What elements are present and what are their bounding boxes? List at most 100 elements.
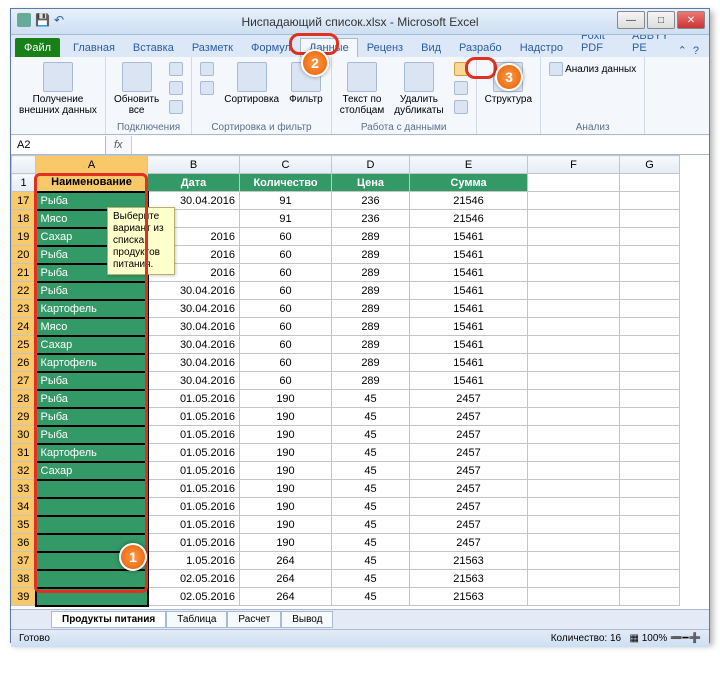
cell-c31[interactable]: 190 xyxy=(240,444,332,462)
cell-c34[interactable]: 190 xyxy=(240,498,332,516)
cell-d35[interactable]: 45 xyxy=(332,516,410,534)
tab-insert[interactable]: Вставка xyxy=(124,38,183,57)
cell-c30[interactable]: 190 xyxy=(240,426,332,444)
col-e[interactable]: E xyxy=(410,156,528,174)
cell-c24[interactable]: 60 xyxy=(240,318,332,336)
tab-dev[interactable]: Разрабо xyxy=(450,38,511,57)
row-33[interactable]: 33 xyxy=(12,480,36,498)
tab-home[interactable]: Главная xyxy=(64,38,124,57)
row-28[interactable]: 28 xyxy=(12,390,36,408)
cell-b31[interactable]: 01.05.2016 xyxy=(148,444,240,462)
cell-c26[interactable]: 60 xyxy=(240,354,332,372)
sheet-products[interactable]: Продукты питания xyxy=(51,611,166,628)
cell-d38[interactable]: 45 xyxy=(332,570,410,588)
cell-d22[interactable]: 289 xyxy=(332,282,410,300)
cell-e34[interactable]: 2457 xyxy=(410,498,528,516)
row-19[interactable]: 19 xyxy=(12,228,36,246)
fx-icon[interactable]: fx xyxy=(106,139,131,151)
cell-d37[interactable]: 45 xyxy=(332,552,410,570)
cell-d17[interactable]: 236 xyxy=(332,192,410,210)
cell-d27[interactable]: 289 xyxy=(332,372,410,390)
cell-c18[interactable]: 91 xyxy=(240,210,332,228)
cell-e24[interactable]: 15461 xyxy=(410,318,528,336)
cell-d25[interactable]: 289 xyxy=(332,336,410,354)
row-21[interactable]: 21 xyxy=(12,264,36,282)
cell-a38[interactable] xyxy=(36,570,148,588)
cell-e17[interactable]: 21546 xyxy=(410,192,528,210)
cell-e20[interactable]: 15461 xyxy=(410,246,528,264)
cell-e32[interactable]: 2457 xyxy=(410,462,528,480)
edit-links-button[interactable] xyxy=(167,98,185,116)
text-to-columns-button[interactable]: Текст по столбцам xyxy=(338,60,387,118)
what-if-button[interactable] xyxy=(452,98,470,116)
select-all-button[interactable] xyxy=(12,156,36,174)
col-d[interactable]: D xyxy=(332,156,410,174)
cell-a34[interactable] xyxy=(36,498,148,516)
row-23[interactable]: 23 xyxy=(12,300,36,318)
cell-c21[interactable]: 60 xyxy=(240,264,332,282)
cell-d36[interactable]: 45 xyxy=(332,534,410,552)
cell-a35[interactable] xyxy=(36,516,148,534)
cell-c35[interactable]: 190 xyxy=(240,516,332,534)
row-17[interactable]: 17 xyxy=(12,192,36,210)
maximize-button[interactable]: □ xyxy=(647,11,675,29)
cell-e35[interactable]: 2457 xyxy=(410,516,528,534)
cell-c29[interactable]: 190 xyxy=(240,408,332,426)
sort-za-icon[interactable] xyxy=(198,79,216,97)
cell-e31[interactable]: 2457 xyxy=(410,444,528,462)
cell-d19[interactable]: 289 xyxy=(332,228,410,246)
cell-d32[interactable]: 45 xyxy=(332,462,410,480)
cell-c36[interactable]: 190 xyxy=(240,534,332,552)
connections-button[interactable] xyxy=(167,60,185,78)
data-validation-button[interactable] xyxy=(452,60,470,78)
cell-c20[interactable]: 60 xyxy=(240,246,332,264)
cell-d20[interactable]: 289 xyxy=(332,246,410,264)
cell-a31[interactable]: Картофель xyxy=(36,444,148,462)
cell-a33[interactable] xyxy=(36,480,148,498)
cell-c23[interactable]: 60 xyxy=(240,300,332,318)
sort-az-icon[interactable] xyxy=(198,60,216,78)
cell-d39[interactable]: 45 xyxy=(332,588,410,606)
cell-b23[interactable]: 30.04.2016 xyxy=(148,300,240,318)
cell-e26[interactable]: 15461 xyxy=(410,354,528,372)
cell-e27[interactable]: 15461 xyxy=(410,372,528,390)
cell-e22[interactable]: 15461 xyxy=(410,282,528,300)
cell-b33[interactable]: 01.05.2016 xyxy=(148,480,240,498)
cell-c39[interactable]: 264 xyxy=(240,588,332,606)
cell-c19[interactable]: 60 xyxy=(240,228,332,246)
cell-b29[interactable]: 01.05.2016 xyxy=(148,408,240,426)
row-29[interactable]: 29 xyxy=(12,408,36,426)
col-f[interactable]: F xyxy=(528,156,620,174)
cell-d31[interactable]: 45 xyxy=(332,444,410,462)
cell-d30[interactable]: 45 xyxy=(332,426,410,444)
cell-c17[interactable]: 91 xyxy=(240,192,332,210)
cell-d18[interactable]: 236 xyxy=(332,210,410,228)
cell-d23[interactable]: 289 xyxy=(332,300,410,318)
row-26[interactable]: 26 xyxy=(12,354,36,372)
cell-e36[interactable]: 2457 xyxy=(410,534,528,552)
cell-e18[interactable]: 21546 xyxy=(410,210,528,228)
view-normal-icon[interactable]: ▦ xyxy=(629,633,638,644)
cell-c22[interactable]: 60 xyxy=(240,282,332,300)
zoom-in-icon[interactable]: ➕ xyxy=(689,633,701,644)
cell-b22[interactable]: 30.04.2016 xyxy=(148,282,240,300)
col-c[interactable]: C xyxy=(240,156,332,174)
qat-save-icon[interactable]: 💾 xyxy=(35,13,50,27)
row-22[interactable]: 22 xyxy=(12,282,36,300)
row-1[interactable]: 1 xyxy=(12,174,36,192)
data-analysis-button[interactable]: Анализ данных xyxy=(547,60,638,78)
row-27[interactable]: 27 xyxy=(12,372,36,390)
zoom-out-icon[interactable]: ➖ xyxy=(670,633,682,644)
sheet-calc[interactable]: Расчет xyxy=(227,611,281,628)
cell-a25[interactable]: Сахар xyxy=(36,336,148,354)
cell-c32[interactable]: 190 xyxy=(240,462,332,480)
cell-b24[interactable]: 30.04.2016 xyxy=(148,318,240,336)
minimize-button[interactable]: — xyxy=(617,11,645,29)
header-qty[interactable]: Количество xyxy=(240,174,332,192)
sheet-table[interactable]: Таблица xyxy=(166,611,227,628)
tab-view[interactable]: Вид xyxy=(412,38,450,57)
cell-a26[interactable]: Картофель xyxy=(36,354,148,372)
cell-e21[interactable]: 15461 xyxy=(410,264,528,282)
refresh-all-button[interactable]: Обновить все xyxy=(112,60,161,118)
cell-d29[interactable]: 45 xyxy=(332,408,410,426)
